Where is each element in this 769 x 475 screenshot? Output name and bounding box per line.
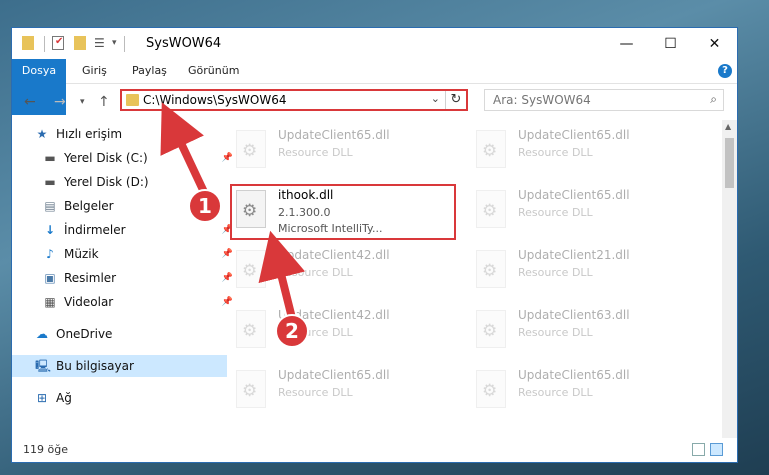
step-2-badge: 2 (275, 314, 309, 348)
arrow-1-fill (160, 102, 208, 194)
step-1-badge: 1 (188, 189, 222, 223)
annotation-arrows (160, 102, 306, 324)
